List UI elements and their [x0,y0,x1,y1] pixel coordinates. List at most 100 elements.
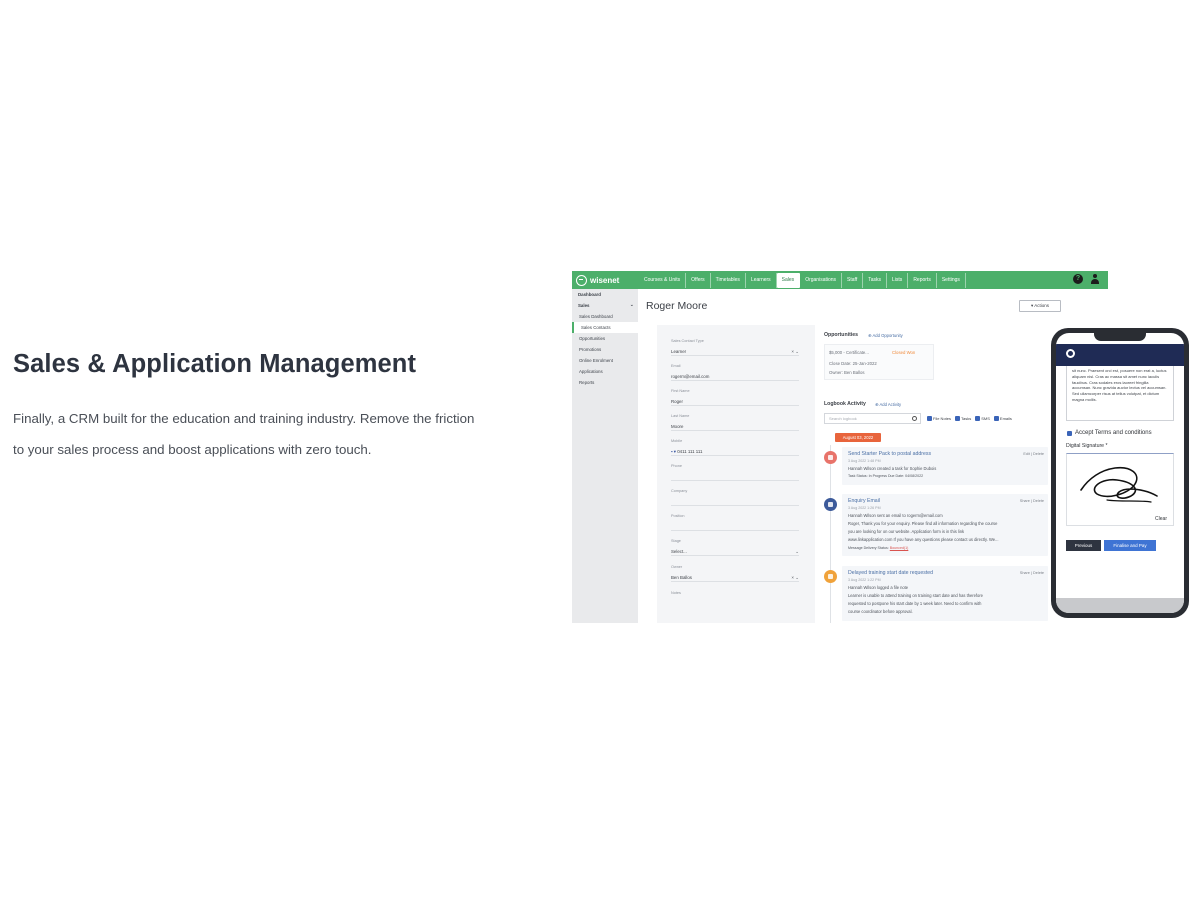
entry-actions[interactable]: Share | Delete [1020,499,1044,503]
mobile-label: Mobile [671,439,683,443]
accept-terms-checkbox[interactable]: Accept Terms and conditions [1067,430,1152,436]
opportunities-title: Opportunities [824,332,859,338]
nav-tab-settings[interactable]: Settings [937,273,966,288]
logbook-search-input[interactable]: Search logbook [824,413,921,424]
sidebar-item-reports[interactable]: Reports [572,377,638,388]
terms-scrollbox[interactable]: sit nunc. Praesent orci est, posuere non… [1066,366,1174,421]
logbook-entry[interactable]: Enquiry Email Share | Delete 3 Aug 2022 … [842,494,1048,556]
entry-date: 3 Aug 2022 1:22 PM [848,578,881,582]
task-icon [824,451,837,464]
entry-date: 3 Aug 2022 1:26 PM [848,506,881,510]
sidebar-item-promotions[interactable]: Promotions [572,344,638,355]
nav-tab-reports[interactable]: Reports [908,273,937,288]
sidebar-item-sales-dashboard[interactable]: Sales Dashboard [572,311,638,322]
chevron-down-icon: ⌄ [795,549,799,554]
sidebar-item-sales[interactable]: Sales ⌄ [572,300,638,311]
delivery-status-link[interactable]: Bounced(1) [890,546,909,550]
logbook-entry[interactable]: Send Starter Pack to postal address Edit… [842,447,1048,485]
file-note-icon [824,570,837,583]
search-icon [912,416,917,421]
filter-tasks[interactable]: Tasks [955,416,971,421]
add-activity-button[interactable]: ⊕ Add Activity [875,402,901,407]
phone-notch [1094,333,1146,341]
chevron-down-icon: × ⌄ [791,575,799,580]
delivery-status-label: Message Delivery Status: [848,546,890,550]
entry-line: course coordinator before approval. [848,609,913,614]
nav-tab-staff[interactable]: Staff [842,273,864,288]
contact-type-select[interactable]: Learner × ⌄ [671,348,799,356]
entry-title[interactable]: Delayed training start date requested [848,570,933,576]
previous-button[interactable]: Previous [1066,540,1101,551]
company-field[interactable] [671,498,799,506]
contact-form: Sales Contact Type Learner × ⌄ Email roge… [657,325,815,623]
entry-line: www.linkapplication.com If you have any … [848,537,999,542]
entry-title[interactable]: Enquiry Email [848,498,880,504]
date-badge: August 03, 2022 [835,433,881,442]
nav-tab-timetables[interactable]: Timetables [711,273,746,288]
owner-select[interactable]: Ben Ballos × ⌄ [671,574,799,582]
clear-signature-button[interactable]: Clear [1155,516,1167,522]
help-icon[interactable]: ? [1073,274,1083,284]
brand-name: wisenet [590,275,620,285]
signature-pad[interactable]: Clear [1066,453,1174,526]
nav-tab-learners[interactable]: Learners [746,273,777,288]
filter-file-notes[interactable]: File Notes [927,416,951,421]
position-field[interactable] [671,523,799,531]
filter-label: File Notes [933,416,952,421]
first-name-field[interactable]: Roger [671,398,799,406]
actions-button[interactable]: ▾ Actions [1019,300,1061,312]
position-label: Position [671,514,685,518]
institution-logo-icon [1066,349,1075,358]
search-placeholder: Search logbook [829,416,857,421]
email-field[interactable]: rogerm@email.com [671,373,799,381]
add-opportunity-button[interactable]: ⊕ Add Opportunity [868,333,903,338]
filter-emails[interactable]: Emails [993,416,1012,421]
owner-value: Ben Ballos [671,575,692,580]
logbook-title: Logbook Activity [824,401,866,407]
nav-tab-lists[interactable]: Lists [887,273,909,288]
main-content: Roger Moore ▾ Actions Sales Contact Type… [638,289,1108,623]
sidebar-item-applications[interactable]: Applications [572,366,638,377]
sidebar-item-dashboard[interactable]: Dashboard [572,289,638,300]
nav-tab-offers[interactable]: Offers [686,273,711,288]
crm-app-screenshot: wisenet Courses & Units Offers Timetable… [572,271,1108,623]
filter-label: Emails [999,416,1012,421]
stage-value: Select... [671,549,687,554]
nav-tab-tasks[interactable]: Tasks [863,273,888,288]
entry-actions[interactable]: Share | Delete [1020,571,1044,575]
timeline-line [830,445,831,623]
entry-line: you are looking for on our website. Appl… [848,529,965,534]
nav-tab-courses[interactable]: Courses & Units [639,273,687,288]
company-label: Company [671,489,688,493]
add-opportunity-label: Add Opportunity [872,333,903,338]
filter-sms[interactable]: SMS [975,416,990,421]
delivery-status-line: Message Delivery Status: Bounced(1) [848,546,908,550]
mobile-field[interactable]: ▪ ▾ 0411 111 111 [671,448,799,456]
sidebar-item-opportunities[interactable]: Opportunities [572,333,638,344]
nav-tab-organisations[interactable]: Organisations [800,273,843,288]
opportunity-card[interactable]: $5,000 - Certificate... Closed Won Close… [824,344,934,380]
entry-actions[interactable]: Edit | Delete [1023,452,1044,456]
signature-label: Digital Signature * [1066,443,1108,449]
brand-logo[interactable]: wisenet [576,274,619,286]
logbook-entry[interactable]: Delayed training start date requested Sh… [842,566,1048,621]
checkbox-checked-icon [993,416,999,421]
phone-field[interactable] [671,473,799,481]
add-activity-label: Add Activity [879,402,902,407]
filter-label: Tasks [961,416,972,421]
sidebar-item-sales-contacts[interactable]: Sales Contacts [572,322,638,333]
logbook-filters: File Notes Tasks SMS Emails [927,416,1012,421]
entry-date: 3 Aug 2022 1:48 PM [848,459,881,463]
wisenet-logo-icon [576,274,587,286]
sidebar-item-online-enrolment[interactable]: Online Enrolment [572,355,638,366]
notes-label: Notes [671,591,681,595]
nav-tab-sales[interactable]: Sales [776,273,801,288]
entry-line: Hannah Wilson created a task for Sophie … [848,466,937,471]
user-icon[interactable] [1090,274,1100,284]
finalise-and-pay-button[interactable]: Finalise and Pay [1104,540,1156,551]
entry-title[interactable]: Send Starter Pack to postal address [848,451,931,457]
stage-select[interactable]: Select... ⌄ [671,548,799,556]
entry-line: Task Status: In Progress Due Date: 04/08… [848,474,924,478]
last-name-field[interactable]: Moore [671,423,799,431]
last-name-label: Last Name [671,414,690,418]
